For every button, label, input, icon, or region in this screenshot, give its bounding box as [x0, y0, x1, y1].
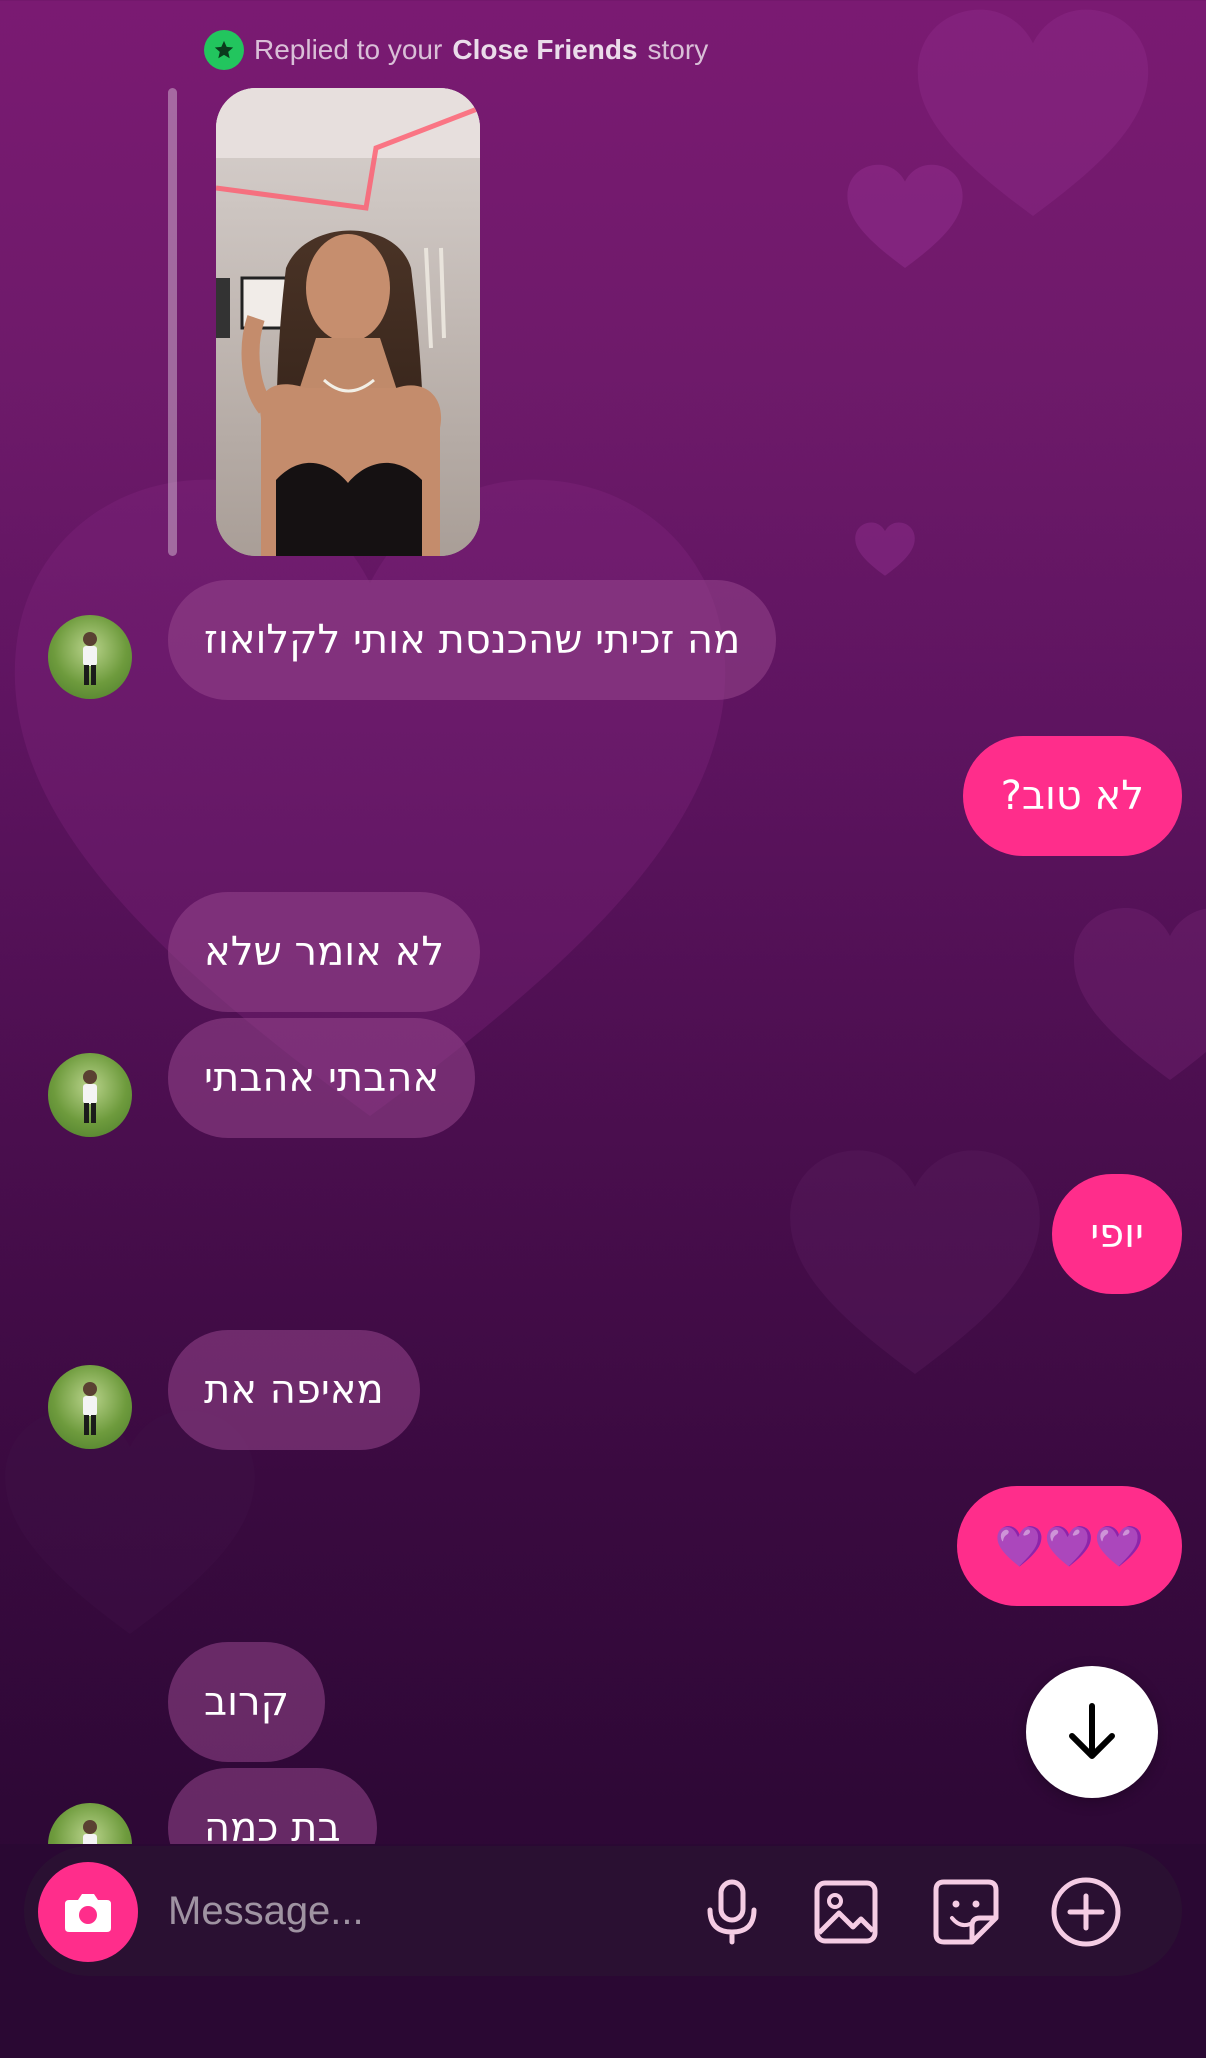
- outgoing-message-bubble[interactable]: 💜💜💜: [956, 1486, 1182, 1606]
- reply-header-prefix: Replied to your: [254, 34, 443, 65]
- incoming-message-bubble[interactable]: קרוב: [168, 1642, 325, 1762]
- outgoing-message-bubble[interactable]: לא טוב?: [962, 736, 1182, 856]
- reply-header-suffix: story: [647, 34, 709, 65]
- sticker-icon: [933, 1879, 999, 1945]
- incoming-message-bubble[interactable]: אהבתי אהבתי: [168, 1018, 476, 1138]
- story-reply-header: Replied to your Close Friends story: [204, 30, 708, 70]
- background-heart-decoration: [790, 1150, 1040, 1374]
- reply-header-close-friends: Close Friends: [452, 34, 638, 65]
- message-composer: [24, 1846, 1182, 1976]
- incoming-message-bubble[interactable]: לא אומר שלא: [168, 892, 481, 1012]
- background-heart-decoration: [855, 522, 915, 576]
- add-button[interactable]: [1050, 1876, 1122, 1948]
- sender-avatar[interactable]: [48, 615, 132, 699]
- outgoing-message-bubble[interactable]: יופי: [1052, 1174, 1182, 1294]
- story-thumbnail[interactable]: [216, 88, 480, 556]
- incoming-message-bubble[interactable]: מה זכיתי שהכנסת אותי לקלואוז: [168, 580, 777, 700]
- gallery-button[interactable]: [810, 1876, 882, 1948]
- camera-icon: [65, 1894, 111, 1932]
- microphone-icon: [707, 1879, 757, 1945]
- incoming-message-bubble[interactable]: מאיפה את: [168, 1330, 420, 1450]
- reply-quote-bar: [168, 88, 177, 556]
- gallery-icon: [814, 1880, 878, 1944]
- background-heart-decoration: [847, 164, 963, 268]
- microphone-button[interactable]: [696, 1876, 768, 1948]
- background-heart-decoration: [1074, 908, 1206, 1080]
- sticker-button[interactable]: [930, 1876, 1002, 1948]
- sender-avatar[interactable]: [48, 1365, 132, 1449]
- scroll-to-bottom-button[interactable]: [1026, 1666, 1158, 1798]
- message-input[interactable]: [168, 1876, 668, 1946]
- sender-avatar[interactable]: [48, 1053, 132, 1137]
- background-heart-decoration: [917, 9, 1149, 216]
- add-icon: [1051, 1877, 1121, 1947]
- camera-button[interactable]: [38, 1862, 138, 1962]
- arrow-down-icon: [1069, 1703, 1115, 1759]
- close-friends-star-icon: [204, 30, 244, 70]
